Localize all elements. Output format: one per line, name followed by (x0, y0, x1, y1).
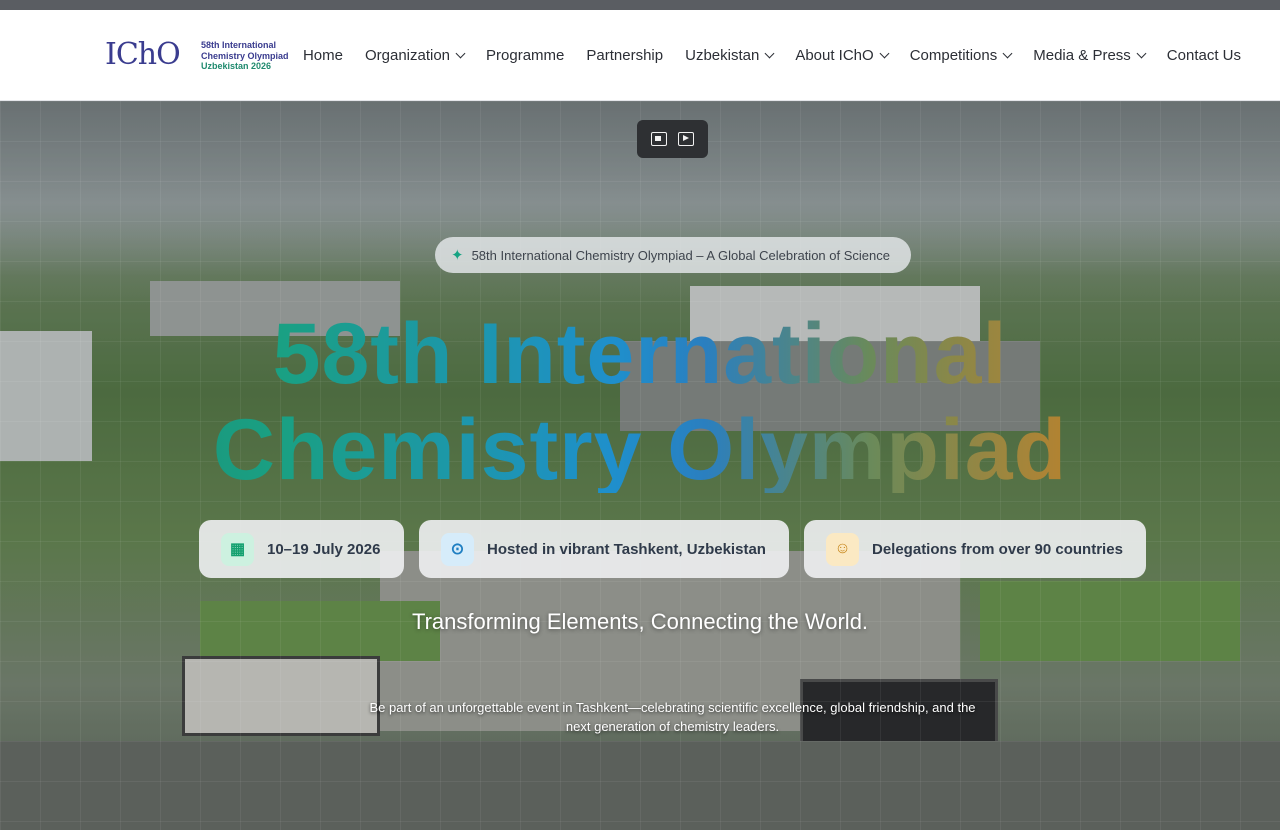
nav-item-uzbekistan[interactable]: Uzbekistan (685, 47, 775, 64)
hero-section: ✦ 58th International Chemistry Olympiad … (0, 101, 1280, 830)
chevron-down-icon (455, 48, 466, 59)
logo-line-2: Chemistry Olympiad (201, 50, 289, 61)
logo-mark: IChO (105, 37, 181, 72)
delegations-card: ☺ Delegations from over 90 countries (804, 520, 1146, 578)
delegations-card-label: Delegations from over 90 countries (872, 540, 1123, 558)
chevron-down-icon (1002, 48, 1013, 59)
date-card-label: 10–19 July 2026 (267, 540, 381, 558)
nav-label: Programme (486, 47, 565, 64)
play-video-icon[interactable] (678, 132, 695, 146)
nav-label: Contact Us (1166, 47, 1241, 64)
nav-item-media-press[interactable]: Media & Press (1033, 47, 1147, 64)
sparkle-icon: ✦ (451, 247, 464, 264)
hero-tagline: Transforming Elements, Connecting the Wo… (411, 609, 869, 634)
site-header: IChO 58th International Chemistry Olympi… (0, 10, 1280, 101)
nav-item-organization[interactable]: Organization (364, 47, 466, 64)
hero-title-line-1: 58th International (0, 311, 1280, 397)
main-nav: Home Organization Programme Partnership … (281, 10, 1241, 101)
location-card-label: Hosted in vibrant Tashkent, Uzbekistan (487, 540, 766, 558)
nav-item-contact[interactable]: Contact Us (1167, 47, 1241, 64)
nav-item-home[interactable]: Home (303, 47, 343, 64)
pill-text: 58th International Chemistry Olympiad – … (471, 247, 890, 263)
logo-line-1: 58th International (201, 40, 277, 50)
chevron-down-icon (879, 48, 890, 59)
date-card: ▦ 10–19 July 2026 (199, 520, 404, 578)
nav-item-competitions[interactable]: Competitions (909, 47, 1013, 64)
nav-label: Media & Press (1033, 47, 1131, 64)
nav-label: Organization (364, 47, 451, 64)
nav-item-partnership[interactable]: Partnership (586, 47, 663, 64)
users-icon: ☺ (826, 532, 859, 566)
logo-text: 58th International Chemistry Olympiad Uz… (201, 40, 289, 72)
hero-description: Be part of an unforgettable event in Tas… (369, 700, 976, 734)
chevron-down-icon (764, 48, 775, 59)
hero-title-line-2: Chemistry Olympiad (0, 407, 1280, 493)
nav-label: Home (302, 47, 343, 64)
calendar-icon: ▦ (221, 532, 254, 566)
nav-item-programme[interactable]: Programme (486, 47, 564, 64)
icho-logo[interactable]: IChO 58th International Chemistry Olympi… (105, 36, 295, 76)
nav-label: Partnership (586, 47, 664, 64)
nav-label: About IChO (795, 47, 874, 64)
logo-line-3: Uzbekistan 2026 (201, 61, 272, 71)
video-controls (637, 120, 708, 158)
nav-label: Competitions (909, 47, 998, 64)
hero-pill-badge: ✦ 58th International Chemistry Olympiad … (435, 237, 911, 273)
picture-in-picture-icon[interactable] (650, 132, 667, 146)
location-card: ⊙ Hosted in vibrant Tashkent, Uzbekistan (419, 520, 789, 578)
map-pin-icon: ⊙ (441, 532, 474, 566)
nav-label: Uzbekistan (685, 47, 760, 64)
nav-item-about[interactable]: About IChO (795, 47, 890, 64)
chevron-down-icon (1136, 48, 1147, 59)
browser-top-strip (0, 0, 1280, 10)
